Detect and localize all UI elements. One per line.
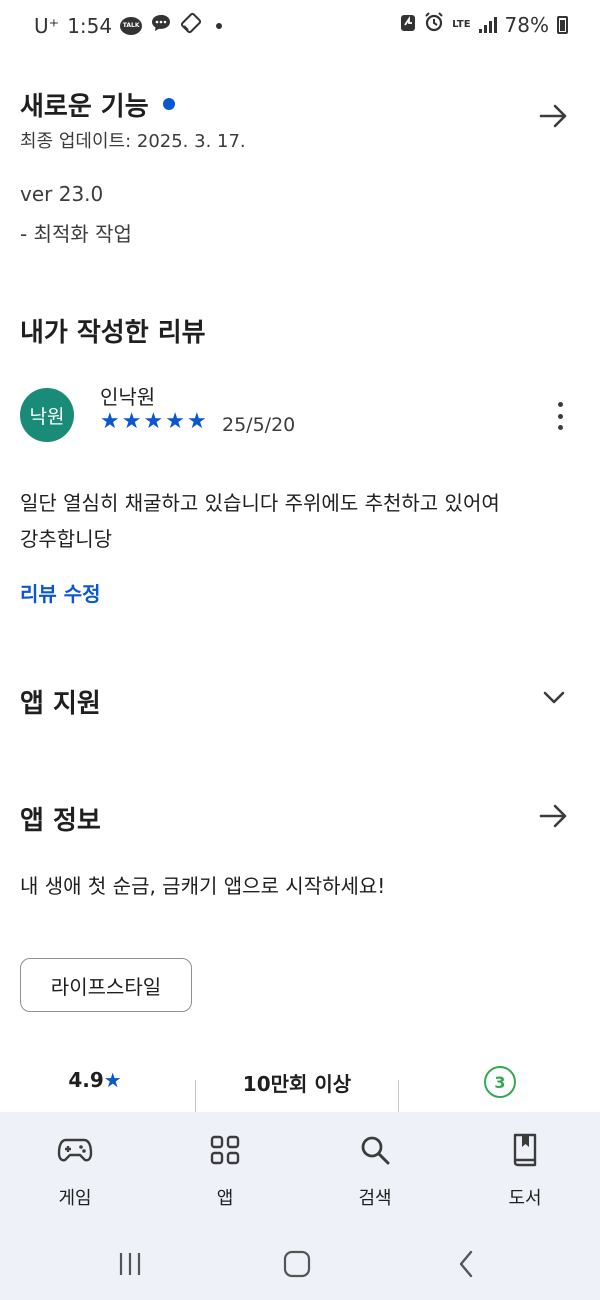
- app-support-expand-button[interactable]: [536, 680, 572, 716]
- book-icon: [475, 1130, 575, 1170]
- nav-item-books[interactable]: 도서: [475, 1130, 575, 1210]
- app-info-title[interactable]: 앱 정보: [20, 800, 101, 837]
- avatar: 낙원: [20, 388, 74, 442]
- downloads-stat: 10만회 이상: [242, 1072, 352, 1096]
- app-description: 내 생애 첫 순금, 금캐기 앱으로 시작하세요!: [20, 874, 386, 898]
- app-support-title[interactable]: 앱 지원: [20, 683, 101, 720]
- app-info-arrow-button[interactable]: [536, 798, 572, 834]
- battery-icon: [557, 15, 568, 34]
- battery-level: 78%: [504, 12, 549, 37]
- rating-value: 4.9: [68, 1068, 104, 1092]
- recent-apps-icon[interactable]: [110, 1244, 150, 1284]
- age-rating-badge: 3: [484, 1066, 516, 1098]
- review-body-line2: 강추합니당: [20, 527, 112, 551]
- whats-new-title-text: 새로운 기능: [20, 92, 149, 122]
- rating-star-icon: ★: [103, 1068, 122, 1092]
- review-body-line1: 일단 열심히 채굴하고 있습니다 주위에도 추천하고 있어여: [20, 491, 500, 515]
- nav-label-books: 도서: [508, 1188, 542, 1209]
- edit-review-link[interactable]: 리뷰 수정: [20, 578, 101, 607]
- clock: 1:54: [67, 13, 113, 38]
- system-navigation-bar: [0, 1232, 600, 1300]
- app-notification-icon: [400, 12, 416, 37]
- more-options-icon[interactable]: [548, 398, 572, 434]
- apps-grid-icon: [175, 1130, 275, 1170]
- network-type-label: LTE: [452, 18, 471, 30]
- nav-item-search[interactable]: 검색: [325, 1130, 425, 1210]
- more-notifications-icon: [216, 22, 223, 29]
- back-icon[interactable]: [446, 1244, 486, 1284]
- star-icon: ★: [100, 409, 120, 434]
- version-text: ver 23.0: [20, 182, 104, 206]
- status-right: LTE 78%: [400, 12, 568, 37]
- whats-new-title[interactable]: 새로운 기능: [20, 86, 175, 123]
- whats-new-arrow-button[interactable]: [536, 98, 572, 134]
- star-icon: ★: [143, 409, 164, 434]
- search-icon: [325, 1130, 425, 1170]
- status-left: U⁺ 1:54 TALK: [34, 12, 223, 39]
- review-date: 25/5/20: [222, 414, 296, 436]
- nav-label-search: 검색: [358, 1188, 392, 1209]
- kakaotalk-icon: TALK: [120, 16, 143, 35]
- arrow-right-icon: [539, 804, 567, 828]
- arrow-right-icon: [539, 104, 567, 128]
- bottom-navigation: 게임 앱 검색 도서: [0, 1112, 600, 1232]
- star-icon: ★: [186, 409, 207, 434]
- nav-label-apps: 앱: [216, 1188, 234, 1209]
- carrier-label: U⁺: [34, 13, 60, 38]
- nav-item-apps[interactable]: 앱: [175, 1130, 275, 1210]
- age-rating-stat: 3: [405, 1066, 595, 1098]
- nav-label-games: 게임: [58, 1188, 92, 1209]
- home-icon[interactable]: [277, 1244, 317, 1284]
- message-icon: [150, 13, 172, 38]
- alarm-icon: [424, 12, 444, 37]
- status-bar: U⁺ 1:54 TALK LTE 78%: [0, 0, 600, 50]
- update-note-text: - 최적화 작업: [20, 222, 132, 246]
- chevron-down-icon: [543, 691, 565, 704]
- signal-icon: [478, 16, 497, 33]
- star-icon: ★: [165, 409, 185, 434]
- star-rating: ★ ★ ★ ★ ★: [100, 410, 207, 434]
- category-chip[interactable]: 라이프스타일: [20, 958, 192, 1012]
- star-icon: ★: [121, 409, 142, 434]
- my-review-title: 내가 작성한 리뷰: [20, 318, 206, 348]
- new-indicator-dot: [162, 97, 175, 110]
- nav-item-games[interactable]: 게임: [25, 1130, 125, 1210]
- last-updated-text: 최종 업데이트: 2025. 3. 17.: [20, 131, 246, 152]
- reviewer-name: 인낙원: [100, 385, 156, 409]
- gamepad-icon: [25, 1130, 125, 1170]
- screen-rotate-icon: [180, 12, 202, 39]
- rating-stat: 4.9★: [0, 1068, 190, 1092]
